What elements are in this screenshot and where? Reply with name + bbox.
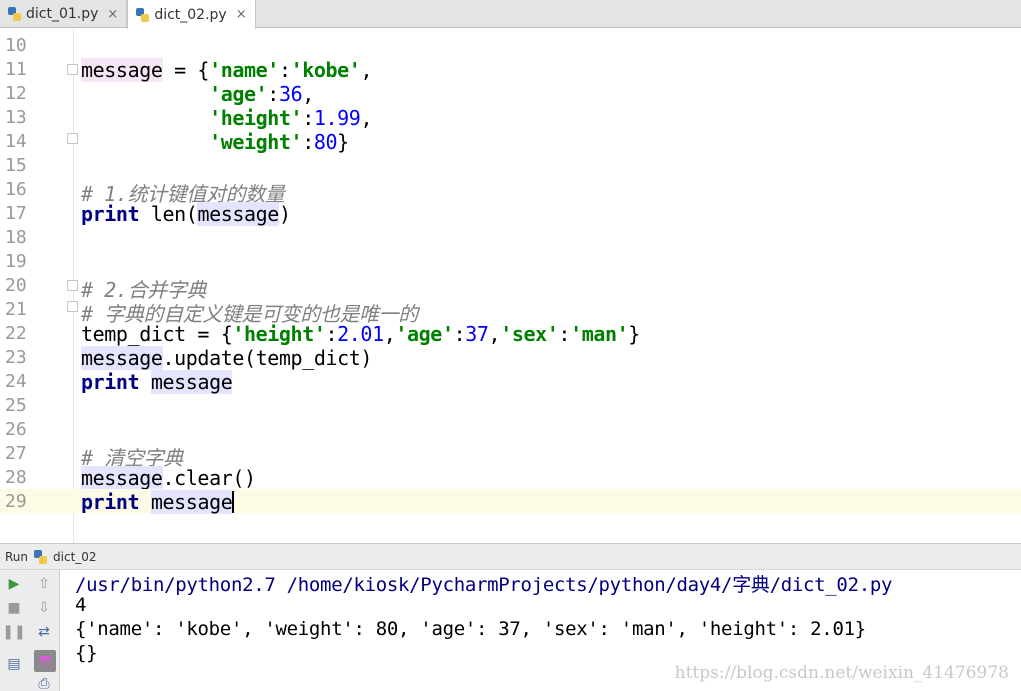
code-line[interactable]: 27 # 清空字典: [0, 441, 1021, 470]
line-number: 29: [5, 491, 27, 512]
code-line[interactable]: 20 # 2.合并字典: [0, 273, 1021, 302]
code-line[interactable]: 14 'weight':80}: [0, 129, 1021, 154]
line-number: 24: [5, 371, 27, 392]
console-command-line: /usr/bin/python2.7 /home/kiosk/PycharmPr…: [75, 574, 893, 596]
code-line[interactable]: 22 temp_dict = {'height':2.01,'age':37,'…: [0, 321, 1021, 346]
code-line[interactable]: 10: [0, 33, 1021, 57]
code-line[interactable]: 26: [0, 417, 1021, 441]
code-line[interactable]: 13 'height':1.99,: [0, 105, 1021, 130]
line-number: 18: [5, 227, 27, 248]
code-line[interactable]: 17 print len(message): [0, 201, 1021, 226]
code-text: print message: [81, 370, 233, 394]
line-number: 20: [5, 275, 27, 296]
fold-end-icon[interactable]: [67, 133, 78, 144]
print-icon[interactable]: ⎙: [34, 674, 54, 691]
python-file-icon: [136, 7, 150, 22]
soft-wrap-icon[interactable]: ⇄: [34, 622, 54, 642]
line-number: 12: [5, 83, 27, 104]
tab-dict-02[interactable]: dict_02.py ×: [127, 0, 256, 29]
console-output-line: 4: [75, 594, 87, 616]
line-number: 22: [5, 323, 27, 344]
code-text: temp_dict = {'height':2.01,'age':37,'sex…: [81, 322, 640, 346]
code-line[interactable]: 16 # 1.统计键值对的数量: [0, 177, 1021, 206]
line-number: 13: [5, 107, 27, 128]
code-line[interactable]: 19: [0, 249, 1021, 273]
tab-label: dict_01.py: [26, 6, 99, 22]
line-number: 21: [5, 299, 27, 320]
code-text: message.update(temp_dict): [81, 346, 373, 370]
code-text: 'age':36,: [209, 82, 314, 106]
code-line-current[interactable]: 29 print message: [0, 489, 1021, 514]
fold-end-icon[interactable]: [67, 301, 78, 312]
up-arrow-icon[interactable]: ⇧: [34, 574, 54, 594]
line-number: 11: [5, 59, 27, 80]
line-number: 15: [5, 155, 27, 176]
watermark: https://blog.csdn.net/weixin_41476978: [674, 663, 1009, 683]
code-text: print message: [81, 490, 235, 514]
layout-icon[interactable]: ▤: [4, 654, 24, 674]
pin-tab-icon[interactable]: ⬒: [34, 650, 56, 672]
code-line[interactable]: 28 message.clear(): [0, 465, 1021, 490]
python-run-config-icon: [34, 549, 48, 564]
line-number: 14: [5, 131, 27, 152]
code-line[interactable]: 23 message.update(temp_dict): [0, 345, 1021, 370]
line-number: 10: [5, 35, 27, 56]
python-file-icon: [8, 7, 21, 21]
run-panel-header: Run dict_02: [0, 543, 1021, 570]
code-line[interactable]: 15: [0, 153, 1021, 177]
run-label: Run: [5, 549, 29, 564]
code-text: print len(message): [81, 202, 291, 226]
line-number: 25: [5, 395, 27, 416]
line-number: 26: [5, 419, 27, 440]
code-line[interactable]: 12 'age':36,: [0, 81, 1021, 106]
code-editor[interactable]: 10 11 message = {'name':'kobe', 12 'age'…: [0, 29, 1021, 543]
code-text: 'height':1.99,: [209, 106, 373, 130]
editor-tab-bar: dict_01.py × dict_02.py ×: [0, 0, 1021, 29]
console-output[interactable]: /usr/bin/python2.7 /home/kiosk/PycharmPr…: [61, 570, 1021, 691]
code-line[interactable]: 24 print message: [0, 369, 1021, 394]
pause-icon[interactable]: ❚❚: [2, 622, 25, 642]
code-line[interactable]: 18: [0, 225, 1021, 249]
tab-label: dict_02.py: [154, 6, 227, 23]
line-number: 16: [5, 179, 27, 200]
code-line[interactable]: 21 # 字典的自定义键是可变的也是唯一的: [0, 297, 1021, 326]
tab-dict-01[interactable]: dict_01.py ×: [0, 0, 128, 28]
code-line[interactable]: 25: [0, 393, 1021, 417]
console-output-line: {}: [75, 642, 98, 664]
line-number: 23: [5, 347, 27, 368]
rerun-icon[interactable]: ▶: [4, 574, 24, 594]
line-number: 28: [5, 467, 27, 488]
stop-icon[interactable]: ■: [4, 598, 24, 618]
line-number: 27: [5, 443, 27, 464]
close-tab-icon[interactable]: ×: [107, 7, 118, 22]
line-number: 17: [5, 203, 27, 224]
console-output-line: {'name': 'kobe', 'weight': 80, 'age': 37…: [75, 618, 866, 640]
code-text: message = {'name':'kobe',: [81, 58, 373, 82]
run-config-name[interactable]: dict_02: [53, 550, 97, 564]
fold-icon[interactable]: [67, 64, 78, 75]
down-arrow-icon[interactable]: ⇩: [34, 598, 54, 618]
fold-icon[interactable]: [67, 280, 78, 291]
close-tab-icon[interactable]: ×: [236, 7, 247, 22]
text-caret: [232, 491, 235, 513]
run-toolbar: ▶ ⇧ ■ ⇩ ❚❚ ⇄ ▤ ⬒ ⎙: [0, 570, 60, 691]
code-line[interactable]: 11 message = {'name':'kobe',: [0, 57, 1021, 82]
code-text: 'weight':80}: [209, 130, 349, 154]
line-number: 19: [5, 251, 27, 272]
code-text: message.clear(): [81, 466, 256, 490]
